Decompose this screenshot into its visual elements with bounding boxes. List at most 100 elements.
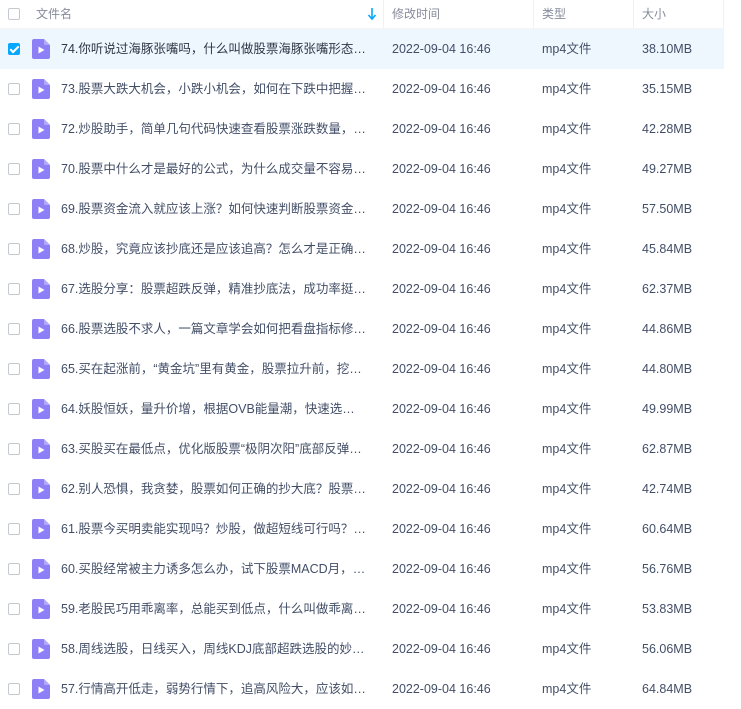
file-type: mp4文件 [542,242,592,256]
file-type: mp4文件 [542,202,592,216]
file-modified-time: 2022-09-04 16:46 [392,122,491,136]
video-file-icon [32,559,50,579]
file-name[interactable]: 67.选股分享：股票超跌反弹，精准抄底法，成功率挺高的方法 [61,269,367,309]
row-checkbox[interactable] [8,443,20,455]
row-checkbox[interactable] [8,643,20,655]
column-header-type[interactable]: 类型 [542,0,566,28]
file-row[interactable]: 68.炒股，究竟应该抄底还是应该追高？怎么才是正确抄底 2022-09-04 16… [0,229,724,269]
file-type: mp4文件 [542,362,592,376]
file-name[interactable]: 68.炒股，究竟应该抄底还是应该追高？怎么才是正确抄底 [61,229,367,269]
file-name[interactable]: 69.股票资金流入就应该上涨？如何快速判断股票资金流向 [61,189,367,229]
file-modified-time: 2022-09-04 16:46 [392,642,491,656]
file-row[interactable]: 60.买股经常被主力诱多怎么办，试下股票MACD月，周，日线 2022-09-04… [0,549,724,589]
file-row[interactable]: 70.股票中什么才是最好的公式，为什么成交量不容易作假 2022-09-04 16… [0,149,724,189]
file-type: mp4文件 [542,322,592,336]
file-row[interactable]: 72.炒股助手，简单几句代码快速查看股票涨跌数量，判断市场 2022-09-04 … [0,109,724,149]
file-name[interactable]: 59.老股民巧用乖离率，总能买到低点，什么叫做乖离率指标 [61,589,367,629]
file-name[interactable]: 63.买股买在最低点，优化版股票“极阴次阳”底部反弹技巧 [61,429,367,469]
file-name[interactable]: 62.别人恐惧，我贪婪，股票如何正确的抄大底？股票大底信号 [61,469,367,509]
video-file-icon [32,399,50,419]
video-file-icon [32,239,50,259]
file-name[interactable]: 60.买股经常被主力诱多怎么办，试下股票MACD月，周，日线 [61,549,367,589]
column-header-name[interactable]: 文件名 [36,0,72,28]
column-divider[interactable] [383,0,384,28]
file-name[interactable]: 70.股票中什么才是最好的公式，为什么成交量不容易作假 [61,149,367,189]
file-row[interactable]: 61.股票今买明卖能实现吗？炒股，做超短线可行吗？试试这个 2022-09-04 … [0,509,724,549]
file-row[interactable]: 59.老股民巧用乖离率，总能买到低点，什么叫做乖离率指标 2022-09-04 1… [0,589,724,629]
file-size: 35.15MB [642,82,693,96]
file-row[interactable]: 62.别人恐惧，我贪婪，股票如何正确的抄大底？股票大底信号 2022-09-04 … [0,469,724,509]
file-type: mp4文件 [542,482,592,496]
file-type: mp4文件 [542,442,592,456]
file-name[interactable]: 61.股票今买明卖能实现吗？炒股，做超短线可行吗？试试这个 [61,509,367,549]
video-file-icon [32,199,50,219]
file-name[interactable]: 57.行情高开低走，弱势行情下，追高风险大，应该如何操作 [61,669,367,709]
file-row[interactable]: 67.选股分享：股票超跌反弹，精准抄底法，成功率挺高的方法 2022-09-04 … [0,269,724,309]
row-checkbox[interactable] [8,363,20,375]
row-checkbox[interactable] [8,203,20,215]
column-divider[interactable] [723,0,724,28]
file-name[interactable]: 73.股票大跌大机会，小跌小机会，如何在下跌中把握股票机会 [61,69,367,109]
row-checkbox[interactable] [8,683,20,695]
file-type: mp4文件 [542,682,592,696]
file-modified-time: 2022-09-04 16:46 [392,522,491,536]
row-checkbox[interactable] [8,603,20,615]
file-size: 62.87MB [642,442,693,456]
file-size: 56.06MB [642,642,693,656]
row-checkbox[interactable] [8,43,20,55]
file-row[interactable]: 73.股票大跌大机会，小跌小机会，如何在下跌中把握股票机会 2022-09-04 … [0,69,724,109]
file-type: mp4文件 [542,402,592,416]
file-size: 42.74MB [642,482,693,496]
row-checkbox[interactable] [8,403,20,415]
file-size: 38.10MB [642,42,693,56]
file-size: 53.83MB [642,602,693,616]
file-size: 64.84MB [642,682,693,696]
file-row[interactable]: 65.买在起涨前，“黄金坑”里有黄金，股票拉升前，挖坑洗盘 2022-09-04 … [0,349,724,389]
column-header-size[interactable]: 大小 [642,0,666,28]
file-modified-time: 2022-09-04 16:46 [392,42,491,56]
file-modified-time: 2022-09-04 16:46 [392,442,491,456]
row-checkbox[interactable] [8,483,20,495]
file-type: mp4文件 [542,602,592,616]
file-name[interactable]: 66.股票选股不求人，一篇文章学会如何把看盘指标修改成选股 [61,309,367,349]
file-size: 44.80MB [642,362,693,376]
row-checkbox[interactable] [8,523,20,535]
video-file-icon [32,639,50,659]
file-modified-time: 2022-09-04 16:46 [392,402,491,416]
file-type: mp4文件 [542,122,592,136]
column-divider[interactable] [533,0,534,28]
row-checkbox[interactable] [8,163,20,175]
file-name[interactable]: 65.买在起涨前，“黄金坑”里有黄金，股票拉升前，挖坑洗盘 [61,349,367,389]
column-divider[interactable] [633,0,634,28]
file-row[interactable]: 69.股票资金流入就应该上涨？如何快速判断股票资金流向 2022-09-04 16… [0,189,724,229]
file-size: 56.76MB [642,562,693,576]
row-checkbox[interactable] [8,243,20,255]
file-modified-time: 2022-09-04 16:46 [392,162,491,176]
column-header-time[interactable]: 修改时间 [392,0,440,28]
file-name[interactable]: 72.炒股助手，简单几句代码快速查看股票涨跌数量，判断市场 [61,109,367,149]
file-row[interactable]: 64.妖股恒妖，量升价增，根据OVB能量潮，快速选择持续上涨 2022-09-04… [0,389,724,429]
row-checkbox[interactable] [8,563,20,575]
file-modified-time: 2022-09-04 16:46 [392,202,491,216]
video-file-icon [32,39,50,59]
file-size: 49.27MB [642,162,693,176]
file-type: mp4文件 [542,42,592,56]
file-row[interactable]: 63.买股买在最低点，优化版股票“极阴次阳”底部反弹技巧 2022-09-04 1… [0,429,724,469]
file-name[interactable]: 74.你听说过海豚张嘴吗，什么叫做股票海豚张嘴形态，如何捕捉… [61,29,367,69]
file-row[interactable]: 66.股票选股不求人，一篇文章学会如何把看盘指标修改成选股 2022-09-04 … [0,309,724,349]
file-size: 57.50MB [642,202,693,216]
select-all-checkbox[interactable] [8,8,20,20]
row-checkbox[interactable] [8,123,20,135]
file-row[interactable]: 58.周线选股，日线买入，周线KDJ底部超跌选股的妙用技巧 2022-09-04 … [0,629,724,669]
file-name[interactable]: 58.周线选股，日线买入，周线KDJ底部超跌选股的妙用技巧 [61,629,367,669]
file-name[interactable]: 64.妖股恒妖，量升价增，根据OVB能量潮，快速选择持续上涨 [61,389,367,429]
file-row[interactable]: 74.你听说过海豚张嘴吗，什么叫做股票海豚张嘴形态，如何捕捉… 2022-09-0… [0,29,724,69]
row-checkbox[interactable] [8,83,20,95]
sort-descending-icon[interactable] [367,7,377,21]
row-checkbox[interactable] [8,283,20,295]
file-type: mp4文件 [542,562,592,576]
file-type: mp4文件 [542,642,592,656]
video-file-icon [32,279,50,299]
file-row[interactable]: 57.行情高开低走，弱势行情下，追高风险大，应该如何操作 2022-09-04 1… [0,669,724,709]
row-checkbox[interactable] [8,323,20,335]
